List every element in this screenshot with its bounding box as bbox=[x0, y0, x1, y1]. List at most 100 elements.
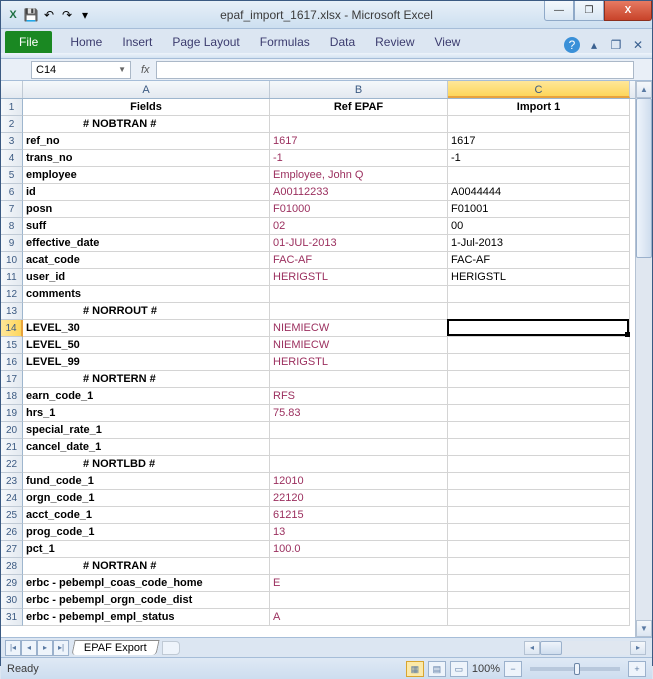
help-icon[interactable]: ? bbox=[564, 37, 580, 53]
cell[interactable]: LEVEL_50 bbox=[23, 337, 270, 354]
cell[interactable]: FAC-AF bbox=[448, 252, 630, 269]
cell[interactable] bbox=[448, 473, 630, 490]
name-box-dropdown-icon[interactable]: ▼ bbox=[118, 65, 126, 74]
cell[interactable]: HERIGSTL bbox=[448, 269, 630, 286]
cell[interactable]: HERIGSTL bbox=[270, 354, 448, 371]
cell[interactable]: posn bbox=[23, 201, 270, 218]
row-header[interactable]: 24 bbox=[1, 490, 23, 507]
cell[interactable] bbox=[448, 422, 630, 439]
cell[interactable]: A bbox=[270, 609, 448, 626]
cell[interactable]: 100.0 bbox=[270, 541, 448, 558]
cell[interactable]: RFS bbox=[270, 388, 448, 405]
view-page-layout-icon[interactable]: ▤ bbox=[428, 661, 446, 677]
cell[interactable] bbox=[448, 286, 630, 303]
cell[interactable]: Ref EPAF bbox=[270, 99, 448, 116]
row-header[interactable]: 13 bbox=[1, 303, 23, 320]
row-header[interactable]: 2 bbox=[1, 116, 23, 133]
cell[interactable] bbox=[448, 303, 630, 320]
cell[interactable]: erbc - pebempl_orgn_code_dist bbox=[23, 592, 270, 609]
maximize-button[interactable]: ❐ bbox=[574, 1, 604, 21]
row-header[interactable]: 29 bbox=[1, 575, 23, 592]
cell[interactable] bbox=[270, 371, 448, 388]
col-header-c[interactable]: C bbox=[448, 81, 630, 98]
cell[interactable]: earn_code_1 bbox=[23, 388, 270, 405]
cell[interactable]: NIEMIECW bbox=[270, 337, 448, 354]
cell[interactable]: 13 bbox=[270, 524, 448, 541]
cell[interactable]: -1 bbox=[270, 150, 448, 167]
cell[interactable] bbox=[448, 507, 630, 524]
tab-review[interactable]: Review bbox=[365, 31, 424, 53]
row-header[interactable]: 18 bbox=[1, 388, 23, 405]
row-header[interactable]: 30 bbox=[1, 592, 23, 609]
cell[interactable] bbox=[448, 592, 630, 609]
cell[interactable]: employee bbox=[23, 167, 270, 184]
cell[interactable]: trans_no bbox=[23, 150, 270, 167]
grid-body[interactable]: 1FieldsRef EPAFImport 12# NOBTRAN #3ref_… bbox=[1, 99, 635, 626]
cell[interactable]: LEVEL_30 bbox=[23, 320, 270, 337]
cell[interactable]: id bbox=[23, 184, 270, 201]
cell[interactable] bbox=[448, 541, 630, 558]
cell[interactable]: acat_code bbox=[23, 252, 270, 269]
fx-icon[interactable]: fx bbox=[141, 64, 150, 76]
cell[interactable]: ref_no bbox=[23, 133, 270, 150]
row-header[interactable]: 6 bbox=[1, 184, 23, 201]
new-sheet-button[interactable] bbox=[162, 641, 180, 655]
cell[interactable]: HERIGSTL bbox=[270, 269, 448, 286]
cell[interactable] bbox=[270, 592, 448, 609]
cell[interactable]: E bbox=[270, 575, 448, 592]
doc-restore-icon[interactable]: ❐ bbox=[608, 37, 624, 53]
scroll-down-icon[interactable]: ▼ bbox=[636, 620, 652, 637]
file-tab[interactable]: File bbox=[5, 31, 52, 53]
zoom-label[interactable]: 100% bbox=[472, 663, 500, 675]
cell[interactable]: special_rate_1 bbox=[23, 422, 270, 439]
minimize-button[interactable]: — bbox=[544, 1, 574, 21]
row-header[interactable]: 26 bbox=[1, 524, 23, 541]
scroll-up-icon[interactable]: ▲ bbox=[636, 81, 652, 98]
cell[interactable] bbox=[270, 439, 448, 456]
cell[interactable] bbox=[448, 371, 630, 388]
row-header[interactable]: 22 bbox=[1, 456, 23, 473]
scroll-track[interactable] bbox=[636, 98, 652, 620]
save-icon[interactable]: 💾 bbox=[23, 7, 39, 23]
hscroll-left-icon[interactable]: ◂ bbox=[524, 641, 540, 655]
cell[interactable] bbox=[448, 558, 630, 575]
name-box[interactable]: C14 ▼ bbox=[31, 61, 131, 79]
ribbon-minimize-icon[interactable]: ▴ bbox=[586, 37, 602, 53]
sheet-tab-epaf-export[interactable]: EPAF Export bbox=[71, 640, 159, 655]
cell[interactable] bbox=[448, 405, 630, 422]
close-button[interactable]: X bbox=[604, 1, 652, 21]
row-header[interactable]: 25 bbox=[1, 507, 23, 524]
col-header-a[interactable]: A bbox=[23, 81, 270, 98]
cell[interactable]: suff bbox=[23, 218, 270, 235]
row-header[interactable]: 31 bbox=[1, 609, 23, 626]
cell[interactable]: 12010 bbox=[270, 473, 448, 490]
cell[interactable] bbox=[270, 422, 448, 439]
cell[interactable]: cancel_date_1 bbox=[23, 439, 270, 456]
row-header[interactable]: 5 bbox=[1, 167, 23, 184]
undo-icon[interactable]: ↶ bbox=[41, 7, 57, 23]
row-header[interactable]: 14 bbox=[1, 320, 23, 337]
row-header[interactable]: 12 bbox=[1, 286, 23, 303]
cell[interactable]: F01000 bbox=[270, 201, 448, 218]
cell[interactable] bbox=[448, 354, 630, 371]
cell[interactable]: effective_date bbox=[23, 235, 270, 252]
cell[interactable]: # NORTLBD # bbox=[23, 456, 270, 473]
row-header[interactable]: 28 bbox=[1, 558, 23, 575]
cell[interactable]: 75.83 bbox=[270, 405, 448, 422]
cell[interactable] bbox=[448, 167, 630, 184]
cell[interactable]: LEVEL_99 bbox=[23, 354, 270, 371]
cell[interactable] bbox=[448, 609, 630, 626]
cell[interactable] bbox=[448, 456, 630, 473]
zoom-out-button[interactable]: − bbox=[504, 661, 522, 677]
cell[interactable]: erbc - pebempl_coas_code_home bbox=[23, 575, 270, 592]
view-page-break-icon[interactable]: ▭ bbox=[450, 661, 468, 677]
cell[interactable]: acct_code_1 bbox=[23, 507, 270, 524]
cell[interactable]: 00 bbox=[448, 218, 630, 235]
tab-insert[interactable]: Insert bbox=[112, 31, 162, 53]
doc-close-icon[interactable]: ✕ bbox=[630, 37, 646, 53]
row-header[interactable]: 27 bbox=[1, 541, 23, 558]
row-header[interactable]: 23 bbox=[1, 473, 23, 490]
row-header[interactable]: 21 bbox=[1, 439, 23, 456]
row-header[interactable]: 3 bbox=[1, 133, 23, 150]
cell[interactable] bbox=[448, 524, 630, 541]
